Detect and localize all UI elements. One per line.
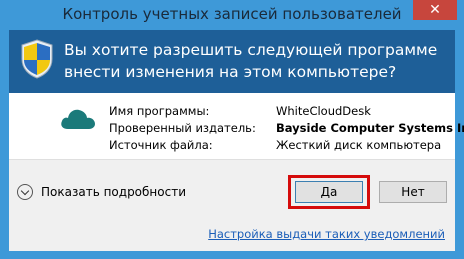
publisher-value: Bayside Computer Systems Inc (276, 121, 464, 135)
program-name-row: Имя программы: WhiteCloudDesk (109, 103, 464, 120)
yes-button[interactable]: Да (295, 181, 363, 203)
consent-question: Вы хотите разрешить следующей программе … (64, 41, 438, 81)
program-name-label: Имя программы: (109, 104, 210, 118)
title-bar: Контроль учетных записей пользователей ✕ (0, 0, 464, 30)
no-button[interactable]: Нет (379, 181, 447, 203)
program-info: Имя программы: WhiteCloudDesk Проверенный… (9, 93, 464, 159)
file-source-value: Жесткий диск компьютера (276, 138, 442, 152)
program-details: Имя программы: WhiteCloudDesk Проверенный… (109, 103, 464, 154)
publisher-row: Проверенный издатель: Bayside Computer Sy… (109, 120, 464, 137)
question-header: Вы хотите разрешить следующей программе … (9, 30, 455, 93)
notification-settings-link[interactable]: Настройка выдачи таких уведомлений (208, 227, 445, 241)
uac-dialog: Контроль учетных записей пользователей ✕… (0, 0, 464, 259)
close-button[interactable]: ✕ (413, 0, 457, 20)
file-source-row: Источник файла: Жесткий диск компьютера (109, 137, 464, 154)
dialog-footer: Показать подробности Да Нет Настройка вы… (9, 159, 455, 251)
uac-shield-icon (21, 39, 53, 79)
publisher-label: Проверенный издатель: (109, 121, 256, 135)
program-name-value: WhiteCloudDesk (276, 104, 371, 118)
file-source-label: Источник файла: (109, 138, 213, 152)
chevron-down-icon[interactable] (17, 184, 33, 200)
cloud-icon (61, 109, 95, 129)
show-details-label[interactable]: Показать подробности (41, 185, 186, 199)
window-title: Контроль учетных записей пользователей (62, 5, 402, 23)
show-details-toggle[interactable]: Показать подробности (17, 183, 186, 201)
